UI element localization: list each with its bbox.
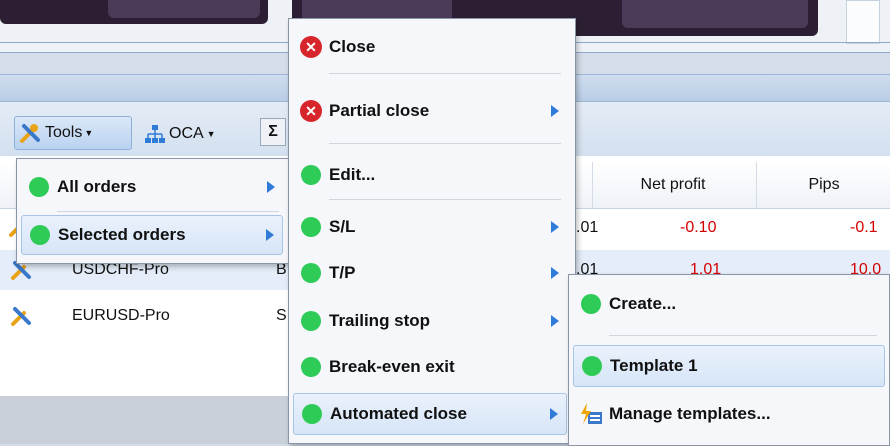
orders-menu: All orders Selected orders	[16, 158, 292, 264]
close-icon: ✕	[300, 36, 322, 58]
menu-item-label: T/P	[329, 263, 356, 282]
cell-side: S	[276, 307, 287, 324]
green-dot-icon	[30, 225, 50, 245]
menu-item-label: S/L	[329, 217, 356, 236]
menu-item-label: All orders	[57, 177, 137, 196]
oca-icon	[145, 125, 165, 143]
green-dot-icon	[302, 404, 322, 424]
menu-item-label: Automated close	[330, 404, 467, 423]
submenu-arrow-icon	[551, 105, 559, 117]
cell-net-profit: -0.10	[680, 219, 717, 236]
template-manage-icon	[581, 403, 602, 424]
menu-item-break-even-exit[interactable]: Break-even exit	[293, 345, 567, 389]
menu-item-manage-templates[interactable]: Manage templates...	[573, 393, 885, 435]
panel-box	[846, 0, 880, 44]
menu-separator	[329, 143, 561, 144]
submenu-arrow-icon	[266, 229, 274, 241]
green-dot-icon	[301, 311, 321, 331]
close-icon: ✕	[300, 100, 322, 122]
submenu-arrow-icon	[551, 315, 559, 327]
green-dot-icon	[301, 165, 321, 185]
menu-item-all-orders[interactable]: All orders	[21, 167, 283, 207]
tools-label: Tools	[45, 124, 83, 141]
submenu-arrow-icon	[551, 267, 559, 279]
menu-item-label: Manage templates...	[609, 404, 771, 423]
menu-item-close[interactable]: ✕ Close	[293, 25, 567, 69]
cell-symbol: EURUSD-Pro	[72, 307, 170, 324]
menu-item-edit[interactable]: Edit...	[293, 153, 567, 197]
menu-separator	[609, 335, 877, 336]
menu-item-template-1[interactable]: Template 1	[573, 345, 885, 387]
cell-pips: -0.1	[850, 219, 878, 236]
oca-label: OCA	[169, 125, 204, 142]
submenu-arrow-icon	[267, 181, 275, 193]
menu-item-partial-close[interactable]: ✕ Partial close	[293, 89, 567, 133]
green-dot-icon	[301, 263, 321, 283]
dropdown-caret-icon: ▼	[206, 129, 216, 139]
menu-item-sl[interactable]: S/L	[293, 205, 567, 249]
green-dot-icon	[301, 357, 321, 377]
tools-icon	[20, 124, 40, 143]
menu-item-label: Trailing stop	[329, 311, 431, 330]
green-dot-icon	[581, 294, 601, 314]
actions-menu: ✕ Close ✕ Partial close Edit... S/L T/P …	[288, 18, 576, 444]
submenu-arrow-icon	[551, 221, 559, 233]
oca-button[interactable]: OCA ▼	[144, 120, 216, 148]
tools-button[interactable]: Tools ▼	[14, 116, 132, 150]
menu-item-trailing-stop[interactable]: Trailing stop	[293, 299, 567, 343]
menu-item-label: Create...	[609, 294, 677, 313]
sigma-button[interactable]: Σ	[260, 118, 286, 146]
menu-item-automated-close[interactable]: Automated close	[293, 393, 567, 435]
menu-separator	[329, 199, 561, 200]
menu-separator	[57, 211, 279, 212]
green-dot-icon	[301, 217, 321, 237]
menu-item-label: Edit...	[329, 165, 376, 184]
green-dot-icon	[582, 356, 602, 376]
green-dot-icon	[29, 177, 49, 197]
sigma-icon: Σ	[268, 123, 278, 140]
tools-icon	[10, 296, 34, 336]
menu-item-label: Close	[329, 37, 376, 56]
menu-item-tp[interactable]: T/P	[293, 251, 567, 295]
dark-panel-left	[0, 0, 268, 24]
column-header-pips[interactable]: Pips	[756, 162, 890, 208]
menu-item-label: Partial close	[329, 101, 430, 120]
menu-item-create[interactable]: Create...	[573, 281, 885, 327]
menu-item-label: Template 1	[610, 356, 698, 375]
automated-close-menu: Create... Template 1 Manage templates...	[568, 274, 890, 446]
dropdown-caret-icon: ▼	[84, 128, 94, 138]
submenu-arrow-icon	[550, 408, 558, 420]
menu-item-label: Selected orders	[58, 225, 186, 244]
menu-item-label: Break-even exit	[329, 357, 455, 376]
column-header-net-profit[interactable]: Net profit	[592, 162, 753, 208]
menu-item-selected-orders[interactable]: Selected orders	[21, 215, 283, 255]
cell-price: .01	[576, 219, 599, 236]
menu-separator	[329, 73, 561, 74]
